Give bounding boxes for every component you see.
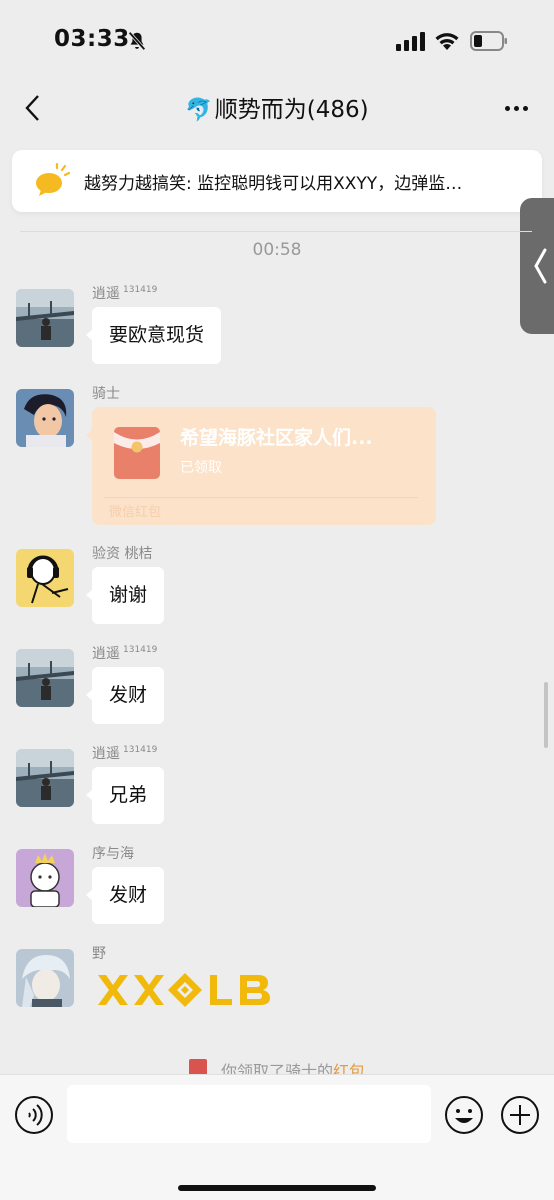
input-bar [0,1074,554,1200]
more-options-button[interactable] [496,90,536,126]
home-indicator [178,1185,376,1191]
avatar-cartoon-crown [16,849,74,907]
divider [104,497,418,498]
avatar-cartoon-prince [16,389,74,447]
red-packet-icon [114,427,160,479]
red-packet-title: 希望海豚社区家人们... [180,427,373,449]
red-packet-label: 微信红包 [109,505,162,520]
message-bubble[interactable]: 发财 [85,667,165,724]
avatar-cartoon-headphones [16,549,74,607]
nav-bar: 🐬顺势而为(486) [0,80,554,136]
signal-icon [396,32,425,51]
more-dot-icon [504,105,510,111]
message-input[interactable] [67,1085,431,1143]
more-dot-icon [513,105,519,111]
avatar[interactable] [16,649,74,707]
sender-name: 逍遥 131419 [92,745,158,762]
avatar[interactable] [16,549,74,607]
sender-name: 骑士 [92,386,120,402]
chat-title-text: 顺势而为(486) [214,97,369,123]
voice-input-icon[interactable] [14,1095,54,1135]
logo-image-message[interactable] [96,971,276,1009]
message-bubble[interactable]: 发财 [85,867,165,924]
avatar[interactable] [16,849,74,907]
chat-title: 🐬顺势而为(486) [0,90,554,124]
wifi-icon [435,33,459,50]
plus-icon[interactable] [500,1095,540,1135]
sender-name: 逍遥 131419 [92,645,158,662]
message-bubble[interactable]: 谢谢 [85,567,165,624]
red-packet-card[interactable]: 希望海豚社区家人们... 已领取 微信红包 [86,407,436,525]
avatar-bridge-photo [16,749,74,807]
avatar-bridge-photo [16,289,74,347]
avatar[interactable] [16,389,74,447]
divider [20,231,532,232]
sender-name: 验资 桃桔 [92,546,153,562]
message-bubble[interactable]: 要欧意现货 [85,307,222,364]
dolphin-emoji: 🐬 [185,98,213,123]
status-time: 03:33 [54,26,130,52]
scrollbar[interactable] [544,682,548,748]
status-bar: 03:33 [0,0,554,80]
battery-icon [470,31,507,51]
avatar[interactable] [16,749,74,807]
sender-name: 序与海 [92,846,134,862]
side-panel-tab[interactable] [520,198,554,334]
chat-timestamp: 00:58 [252,240,302,260]
announcement-speech-icon [36,163,70,196]
group-announcement[interactable]: 越努力越搞笑: 监控聪明钱可以用XXYY，边弹监… [12,150,542,212]
sender-name: 逍遥 131419 [92,285,158,302]
more-dot-icon [522,105,528,111]
avatar-anime-character [16,949,74,1007]
announcement-text: 越努力越搞笑: 监控聪明钱可以用XXYY，边弹监… [84,173,463,194]
bell-off-icon [128,31,146,51]
red-packet-status: 已领取 [180,460,222,476]
message-bubble[interactable]: 兄弟 [85,767,165,824]
avatar[interactable] [16,949,74,1007]
sender-name: 野 [92,946,106,962]
avatar[interactable] [16,289,74,347]
avatar-bridge-photo [16,649,74,707]
emoji-icon[interactable] [444,1095,484,1135]
